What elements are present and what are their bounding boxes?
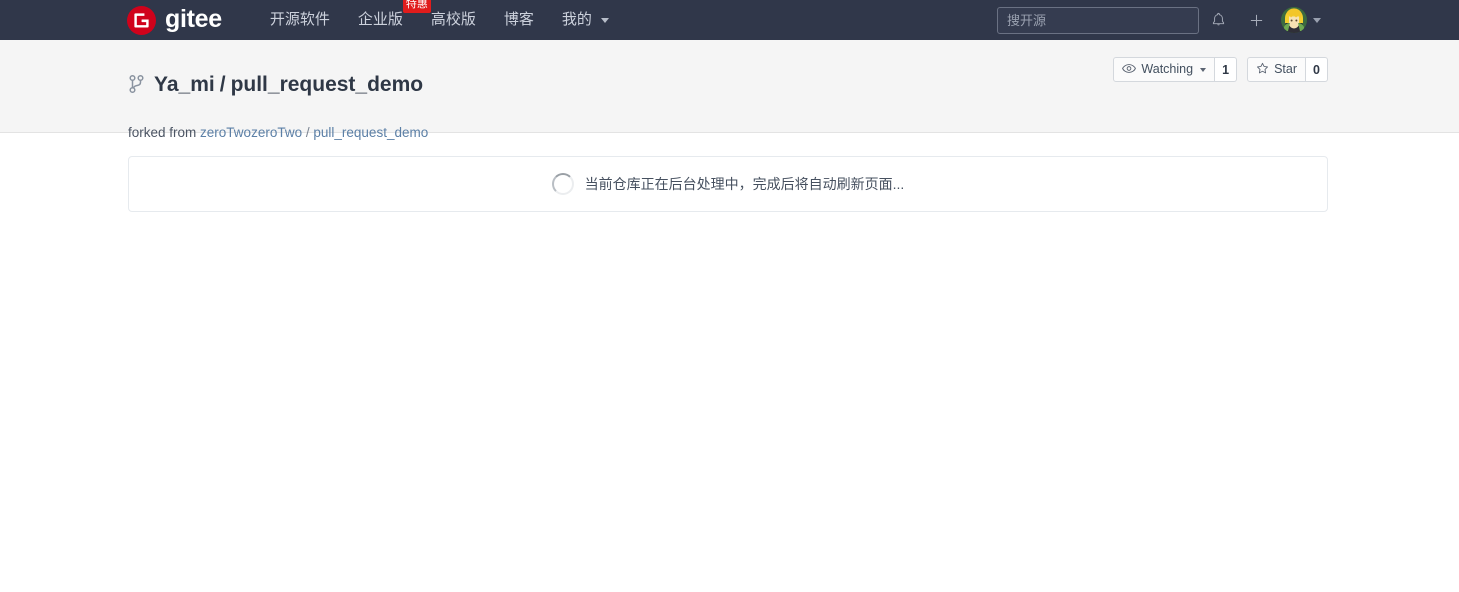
star-button[interactable]: Star	[1247, 57, 1306, 82]
gitee-home-link[interactable]: gitee	[127, 4, 222, 35]
header-right-tools	[997, 0, 1459, 40]
watch-button[interactable]: Watching	[1113, 57, 1216, 82]
repo-name-link[interactable]: pull_request_demo	[231, 73, 424, 96]
nav-item-label: 博客	[503, 11, 534, 28]
chevron-down-icon	[1313, 17, 1321, 23]
forked-repo-link[interactable]: pull_request_demo	[313, 125, 428, 140]
plus-icon[interactable]	[1237, 0, 1275, 40]
search-input[interactable]	[997, 6, 1199, 34]
forked-separator: /	[305, 125, 310, 141]
brand-text: gitee	[165, 4, 222, 33]
title-separator: /	[219, 73, 226, 97]
forked-from-prefix: forked from	[128, 125, 197, 141]
repository-actions: Watching 1 Star 0	[1113, 57, 1328, 82]
gitee-logo-icon	[127, 5, 156, 35]
main-menu: 开源软件 企业版 特惠 高校版 博客 我的	[256, 0, 623, 40]
processing-notice: 当前仓库正在后台处理中，完成后将自动刷新页面...	[128, 156, 1328, 212]
bell-icon[interactable]	[1199, 0, 1237, 40]
nav-item-mine[interactable]: 我的	[548, 0, 623, 40]
nav-item-label: 开源软件	[269, 11, 330, 28]
nav-item-label: 企业版	[357, 11, 403, 28]
user-avatar	[1281, 7, 1307, 33]
nav-item-enterprise[interactable]: 企业版 特惠	[344, 0, 431, 40]
loading-spinner-icon	[551, 173, 574, 195]
nav-item-opensource[interactable]: 开源软件	[256, 0, 344, 40]
watch-count[interactable]: 1	[1215, 57, 1238, 82]
nav-item-label: 高校版	[430, 11, 476, 28]
chevron-down-icon	[1200, 67, 1207, 72]
nav-item-blog[interactable]: 博客	[490, 0, 548, 40]
main-content: 当前仓库正在后台处理中，完成后将自动刷新页面...	[0, 133, 1459, 212]
processing-notice-text: 当前仓库正在后台处理中，完成后将自动刷新页面...	[584, 176, 905, 192]
star-count[interactable]: 0	[1306, 57, 1328, 82]
star-button-group: Star 0	[1247, 57, 1328, 82]
repo-owner-link[interactable]: Ya_mi	[154, 73, 215, 96]
nav-item-campus[interactable]: 高校版	[417, 0, 490, 40]
star-icon	[1256, 62, 1269, 78]
watch-button-group: Watching 1	[1113, 57, 1238, 82]
user-menu[interactable]	[1281, 7, 1321, 33]
repository-header: Ya_mi / pull_request_demo forked from zero…	[0, 40, 1459, 140]
forked-owner-link[interactable]: zeroTwozeroTwo	[200, 125, 302, 140]
chevron-down-icon	[601, 17, 610, 23]
eye-icon	[1122, 63, 1137, 77]
top-navigation-bar: gitee 开源软件 企业版 特惠 高校版 博客 我的	[0, 0, 1459, 40]
forked-from-line: forked from zeroTwozeroTwo / pull_reques…	[128, 124, 1328, 142]
nav-item-label: 我的	[561, 11, 592, 28]
star-label: Star	[1274, 62, 1297, 77]
watch-label: Watching	[1141, 62, 1194, 77]
fork-icon	[128, 74, 145, 99]
page-title: Ya_mi / pull_request_demo	[154, 72, 423, 98]
